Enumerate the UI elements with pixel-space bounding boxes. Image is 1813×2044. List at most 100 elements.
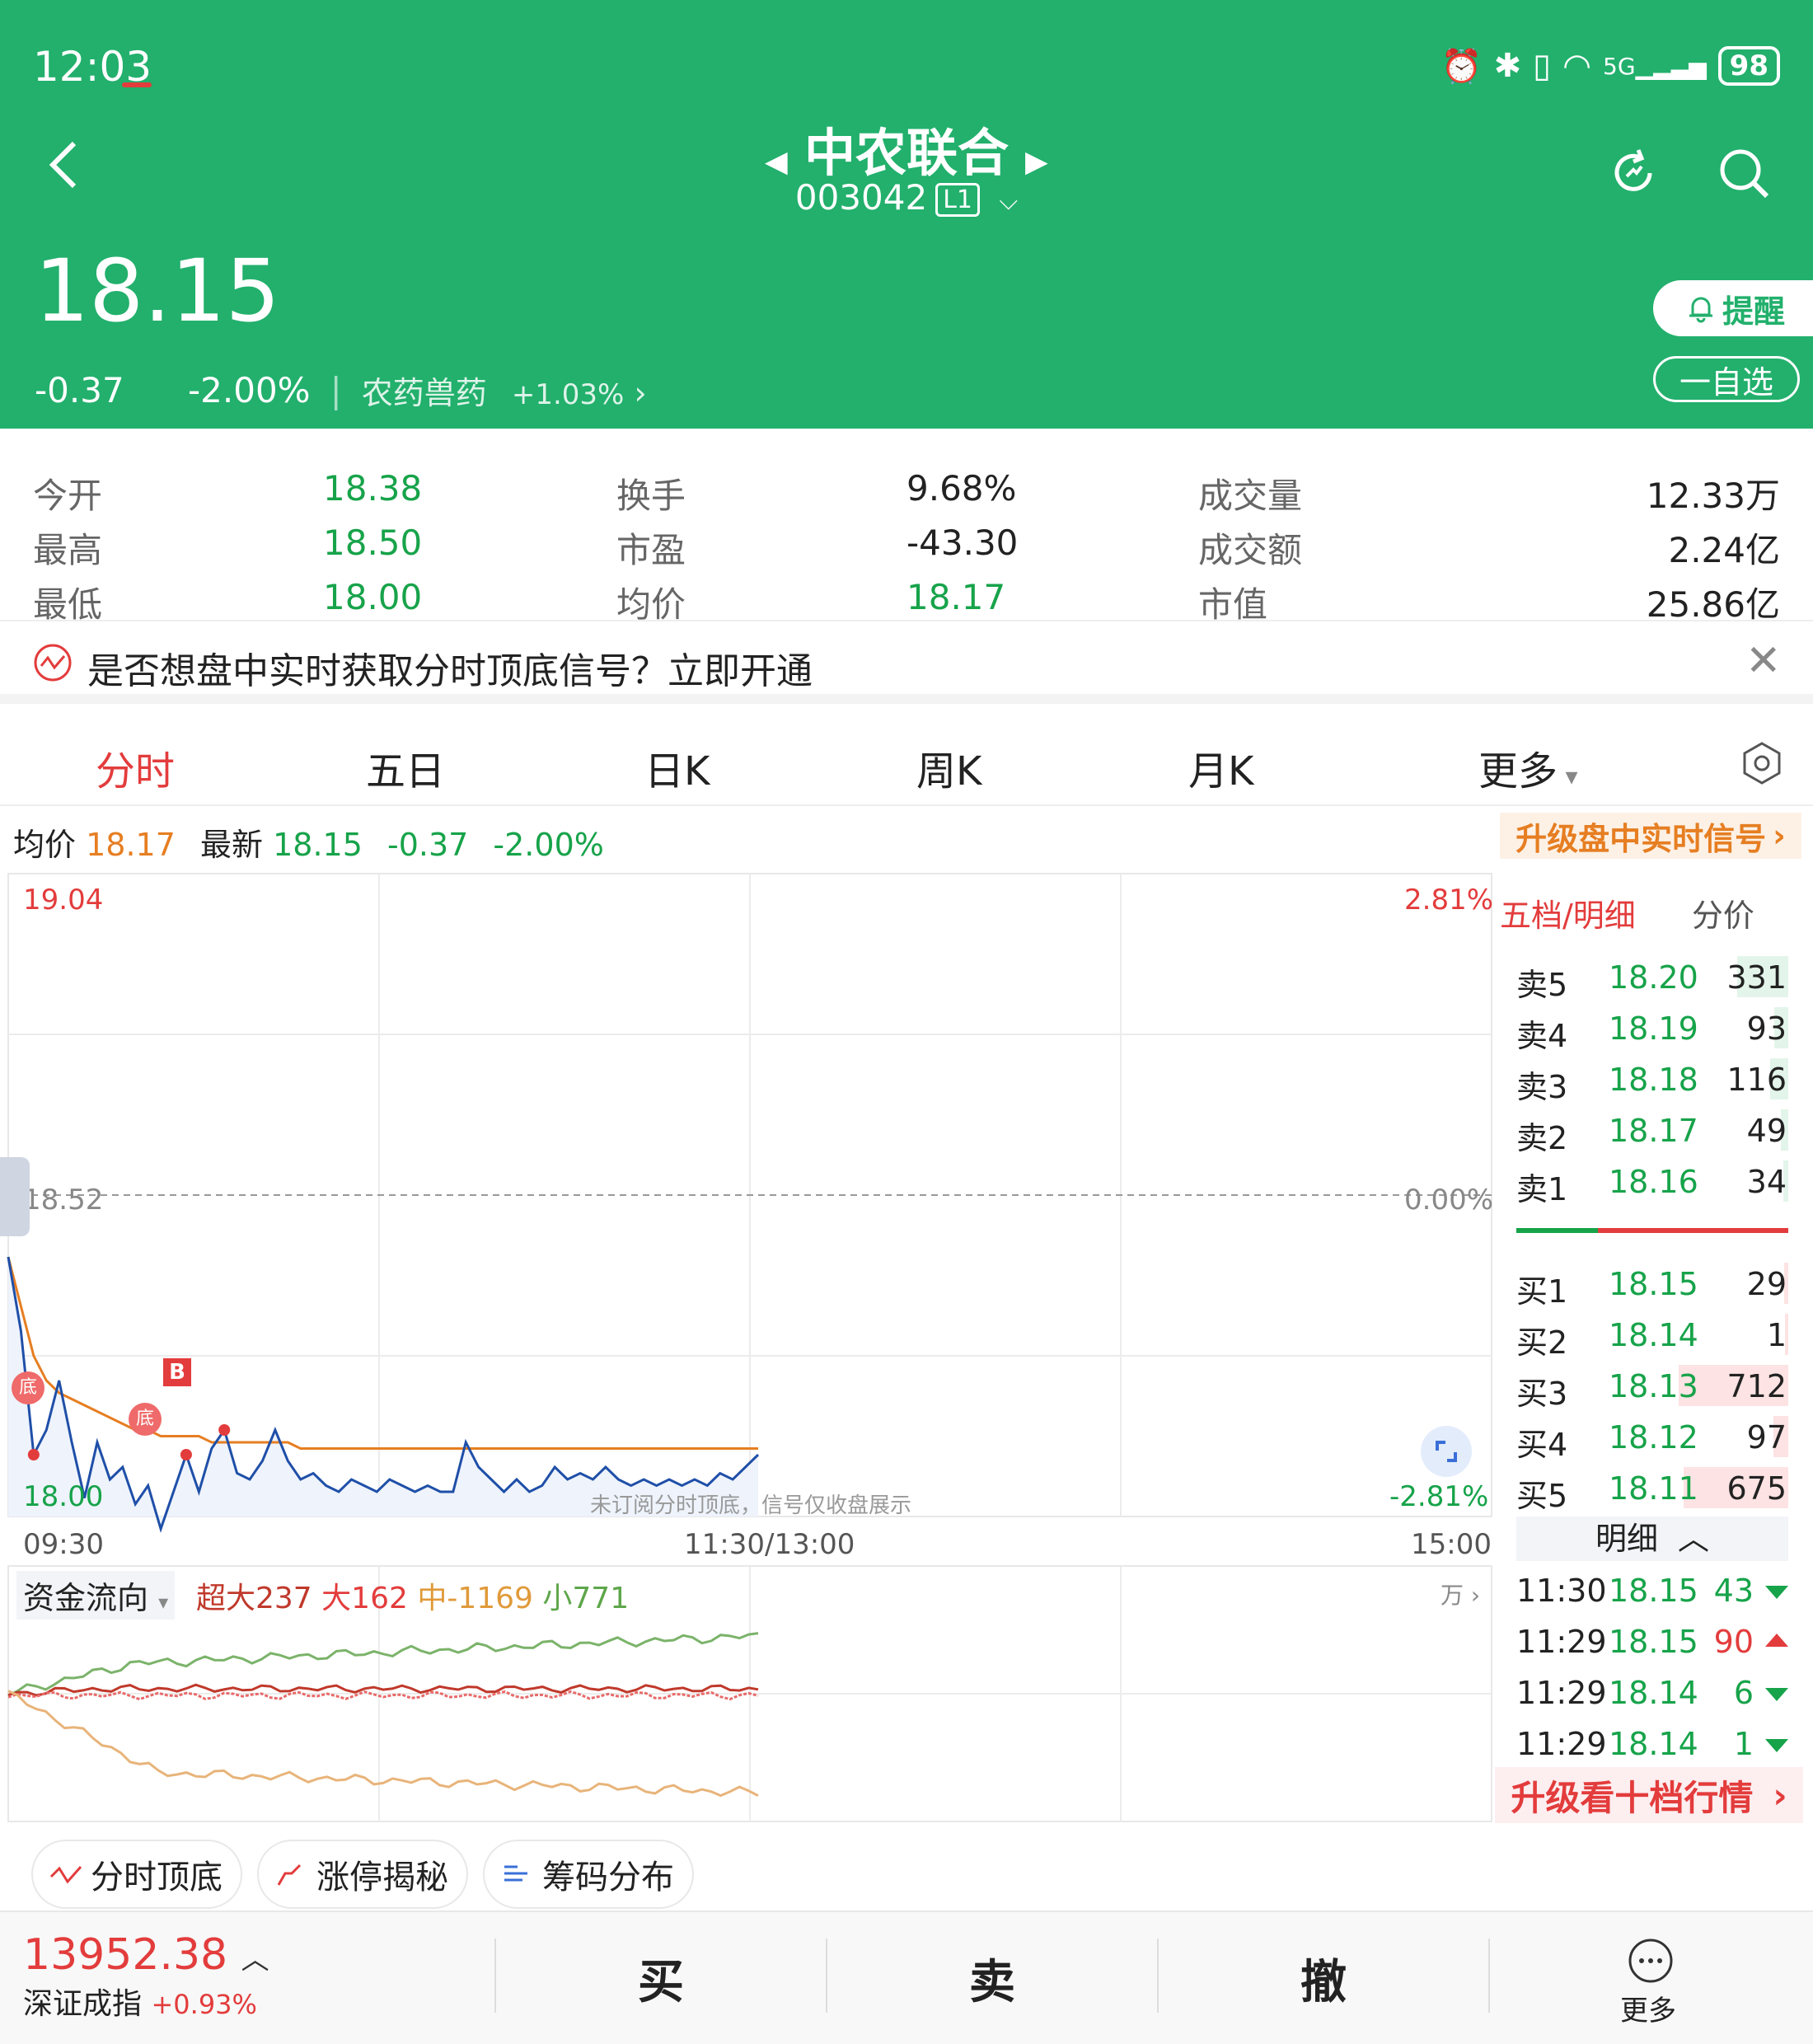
intraday-chart[interactable]: [0, 865, 1500, 1830]
upgrade-ten-level-button[interactable]: 升级看十档行情 ›: [1495, 1767, 1803, 1823]
stock-name: 中农联合: [803, 123, 1009, 183]
tab-2[interactable]: 日K: [644, 738, 710, 796]
fund-flow-selector[interactable]: 资金流向 ▾: [16, 1571, 176, 1620]
bottom-signal-marker: 底: [12, 1371, 45, 1404]
bars-icon: [504, 1865, 527, 1882]
stat-value: 18.50: [323, 523, 423, 563]
index-value[interactable]: 13952.38 ︿: [23, 1930, 269, 1980]
medium-order-line: [7, 1690, 759, 1798]
tick-price: 18.14: [1609, 1675, 1698, 1711]
orderbook-header: 五档/明细 分价: [1500, 890, 1754, 935]
stat-label: 成交额: [1198, 530, 1303, 570]
stat-value: 18.38: [323, 468, 423, 509]
alert-button[interactable]: 提醒: [1653, 280, 1813, 336]
signal-icon: [34, 644, 72, 682]
tool-chip-distribution[interactable]: 筹码分布: [485, 1841, 692, 1907]
tool-limit-up[interactable]: 涨停揭秘: [259, 1841, 466, 1907]
battery-indicator: 98: [1717, 46, 1780, 86]
stock-header: 12:03 ⏰ ✱ ▯ ◠ 5G▁▂▃▅ 98 ◀ 中农联合 ▶ 003042 L…: [0, 0, 1813, 429]
current-price: 18.15: [35, 241, 280, 341]
medium-flow: 中-1169: [417, 1582, 533, 1615]
tab-1[interactable]: 五日: [366, 738, 445, 796]
orderbook-label: 买4: [1516, 1427, 1568, 1463]
stat-label: 成交量: [1198, 476, 1303, 516]
orderbook-row[interactable]: 卖5 18.20 331: [1516, 953, 1788, 1003]
orderbook-row[interactable]: 买3 18.13 712: [1516, 1362, 1788, 1412]
more-icon[interactable]: [1627, 1937, 1675, 1985]
tab-label: 周K: [916, 748, 982, 795]
tab-label: 分时: [96, 748, 176, 795]
expand-icon[interactable]: [1421, 1426, 1472, 1477]
orderbook-row[interactable]: 买2 18.14 1: [1516, 1310, 1788, 1361]
tool-label: 分时顶底: [91, 1859, 223, 1896]
sell-button[interactable]: 卖: [969, 1945, 1015, 2012]
stat-label: 最高: [33, 530, 103, 570]
tick-vol: 43: [1713, 1573, 1754, 1609]
orderbook-row[interactable]: 卖4 18.19 93: [1516, 1004, 1788, 1054]
y-mid-price: 18.52: [23, 1184, 104, 1217]
tool-label: 筹码分布: [542, 1859, 674, 1896]
latest-change-pct: -2.00%: [493, 827, 604, 863]
orderbook-row[interactable]: 卖3 18.18 116: [1516, 1055, 1788, 1105]
arrow-up-icon: [1765, 1634, 1788, 1647]
settings-icon[interactable]: [1739, 740, 1785, 786]
price-distribution-tab[interactable]: 分价: [1692, 898, 1754, 934]
y-top-pct: 2.81%: [1404, 884, 1494, 917]
avg-value: 18.17: [86, 827, 176, 863]
orderbook-label: 买3: [1516, 1376, 1568, 1412]
chart-info-line: 均价 18.17 最新 18.15 -0.37 -2.00%: [13, 819, 604, 865]
orderbook-label: 买5: [1516, 1478, 1568, 1514]
orderbook-row[interactable]: 买5 18.11 675: [1516, 1464, 1788, 1514]
tool-intraday-top-bottom[interactable]: 分时顶底: [33, 1841, 241, 1907]
upgrade-signal-label: 升级盘中实时信号: [1516, 820, 1767, 857]
stat-label: 市盈: [616, 530, 686, 570]
more-label[interactable]: 更多: [1620, 1988, 1676, 2028]
chevron-down-icon: ⌵: [999, 187, 1019, 216]
tick-row: 11:30 18.15 43: [1516, 1566, 1788, 1612]
orderbook-row[interactable]: 卖2 18.17 49: [1516, 1106, 1788, 1156]
tab-label: 月K: [1188, 748, 1254, 795]
chevron-up-icon: ︿: [241, 1943, 269, 1976]
watchlist-button[interactable]: 一自选: [1653, 356, 1800, 402]
caret-down-icon: ▾: [1558, 762, 1578, 791]
large-order-line: [7, 1690, 759, 1701]
orderbook-vol: 49: [1746, 1113, 1787, 1149]
close-icon[interactable]: ✕: [1745, 636, 1782, 686]
chart-grid: [7, 873, 1492, 1822]
tab-5[interactable]: 更多 ▾: [1478, 738, 1578, 796]
search-icon[interactable]: [1717, 147, 1770, 199]
tab-0[interactable]: 分时: [96, 738, 175, 796]
stats-panel: 今开 18.38 最高 18.50 最低 18.00 换手 9.68% 市盈 -43.30 均价 18…: [0, 437, 1813, 625]
fund-flow-unit[interactable]: 万 ›: [1441, 1578, 1480, 1610]
expand-glyph: [1436, 1441, 1457, 1462]
orderbook-tab[interactable]: 五档/明细: [1500, 898, 1636, 934]
stock-code-selector[interactable]: 003042 L1 ⌵: [0, 177, 1813, 218]
sector-link[interactable]: 农药兽药 +1.03% ›: [362, 368, 647, 413]
orderbook-price: 18.17: [1609, 1113, 1698, 1149]
side-drawer-handle[interactable]: [0, 1157, 30, 1236]
tick-price: 18.15: [1609, 1624, 1698, 1660]
cancel-button[interactable]: 撤: [1300, 1945, 1347, 2012]
buy-button[interactable]: 买: [638, 1945, 684, 2012]
refresh-icon[interactable]: [1607, 147, 1660, 199]
orderbook-price: 18.16: [1609, 1164, 1698, 1200]
tab-3[interactable]: 周K: [916, 738, 981, 796]
orderbook-row[interactable]: 卖1 18.16 34: [1516, 1157, 1788, 1207]
signal-banner[interactable]: 是否想盘中实时获取分时顶底信号？立即开通 ✕: [0, 620, 1813, 704]
orderbook-label: 卖1: [1516, 1171, 1568, 1207]
chart-tabs: 分时 五日 日K 周K 月K 更多 ▾: [0, 715, 1813, 806]
detail-label: 明细: [1595, 1521, 1658, 1557]
x-start: 09:30: [23, 1528, 104, 1561]
orderbook-row[interactable]: 买4 18.12 97: [1516, 1413, 1788, 1463]
detail-toggle[interactable]: 明细 ︿: [1516, 1517, 1788, 1561]
upgrade-signal-button[interactable]: 升级盘中实时信号 ›: [1500, 813, 1801, 859]
fund-flow-label: 资金流向: [23, 1580, 149, 1616]
sector-change: +1.03%: [511, 378, 625, 411]
orderbook-price: 18.11: [1609, 1470, 1698, 1507]
alert-label: 提醒: [1722, 293, 1785, 330]
tick-vol: 90: [1713, 1624, 1754, 1660]
tab-4[interactable]: 月K: [1188, 738, 1253, 796]
orderbook-label: 卖2: [1516, 1120, 1568, 1156]
orderbook-row[interactable]: 买1 18.15 29: [1516, 1259, 1788, 1310]
next-stock-button[interactable]: ▶: [1025, 145, 1048, 179]
